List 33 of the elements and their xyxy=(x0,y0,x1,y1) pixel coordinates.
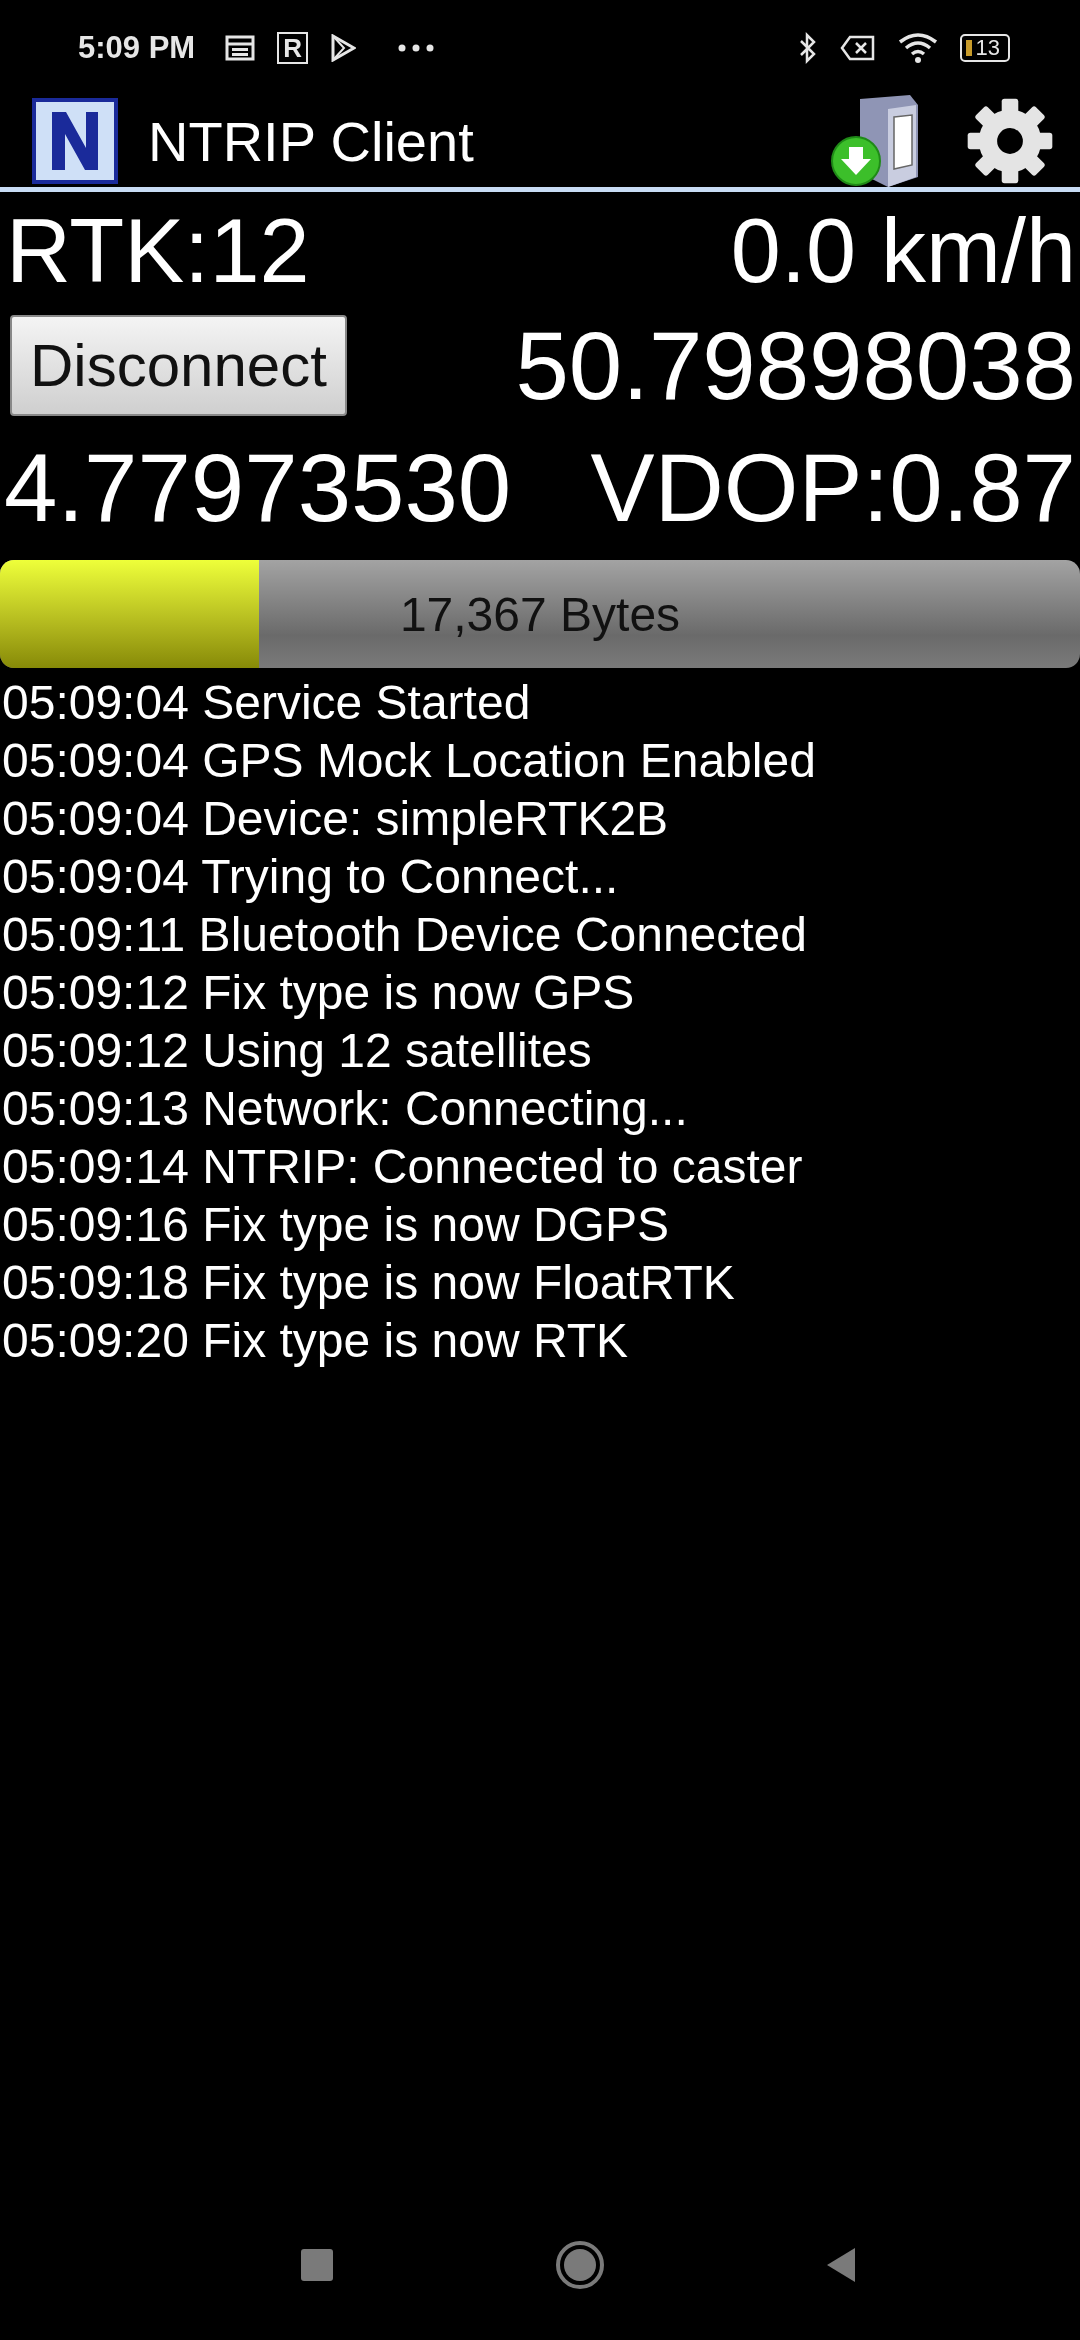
play-icon xyxy=(329,33,356,62)
more-icon xyxy=(397,43,434,52)
longitude-reading: 4.77973530 xyxy=(4,434,512,541)
log-line: 05:09:14 NTRIP: Connected to caster xyxy=(2,1139,804,1196)
vdop-reading: VDOP:0.87 xyxy=(590,434,1076,541)
log-line: 05:09:12 Using 12 satellites xyxy=(2,1023,593,1080)
wifi-icon xyxy=(897,31,938,64)
battery-indicator: 13 xyxy=(959,33,1010,62)
bytes-label: 17,367 Bytes xyxy=(399,586,681,642)
home-icon[interactable] xyxy=(554,2240,605,2290)
log-line: 05:09:20 Fix type is now RTK xyxy=(2,1313,630,1370)
log-line: 05:09:04 Device: simpleRTK2B xyxy=(2,791,670,848)
log-line: 05:09:04 Trying to Connect... xyxy=(2,849,620,906)
log-line: 05:09:04 GPS Mock Location Enabled xyxy=(2,733,817,790)
calendar-icon xyxy=(225,34,256,61)
bluetooth-icon xyxy=(797,31,818,64)
speed-reading: 0.0 km/h xyxy=(730,202,1076,301)
disconnect-button[interactable]: Disconnect xyxy=(10,315,347,417)
recents-icon[interactable] xyxy=(300,2248,334,2282)
app-logo-icon xyxy=(32,98,118,184)
fix-status: RTK:12 xyxy=(6,202,310,301)
status-time: 5:09 PM xyxy=(78,29,196,66)
log-line: 05:09:18 Fix type is now FloatRTK xyxy=(2,1255,736,1312)
latitude-reading: 50.79898038 xyxy=(515,313,1076,419)
app-title: NTRIP Client xyxy=(148,108,475,174)
log-line: 05:09:04 Service Started xyxy=(2,675,532,732)
no-sim-icon xyxy=(839,34,876,61)
notification-badge: R xyxy=(277,31,308,64)
back-icon[interactable] xyxy=(825,2246,857,2284)
log-line: 05:09:12 Fix type is now GPS xyxy=(2,965,636,1022)
log-line: 05:09:11 Bluetooth Device Connected xyxy=(2,907,808,964)
log-line: 05:09:13 Network: Connecting... xyxy=(2,1081,689,1138)
log-line: 05:09:16 Fix type is now DGPS xyxy=(2,1197,670,1254)
